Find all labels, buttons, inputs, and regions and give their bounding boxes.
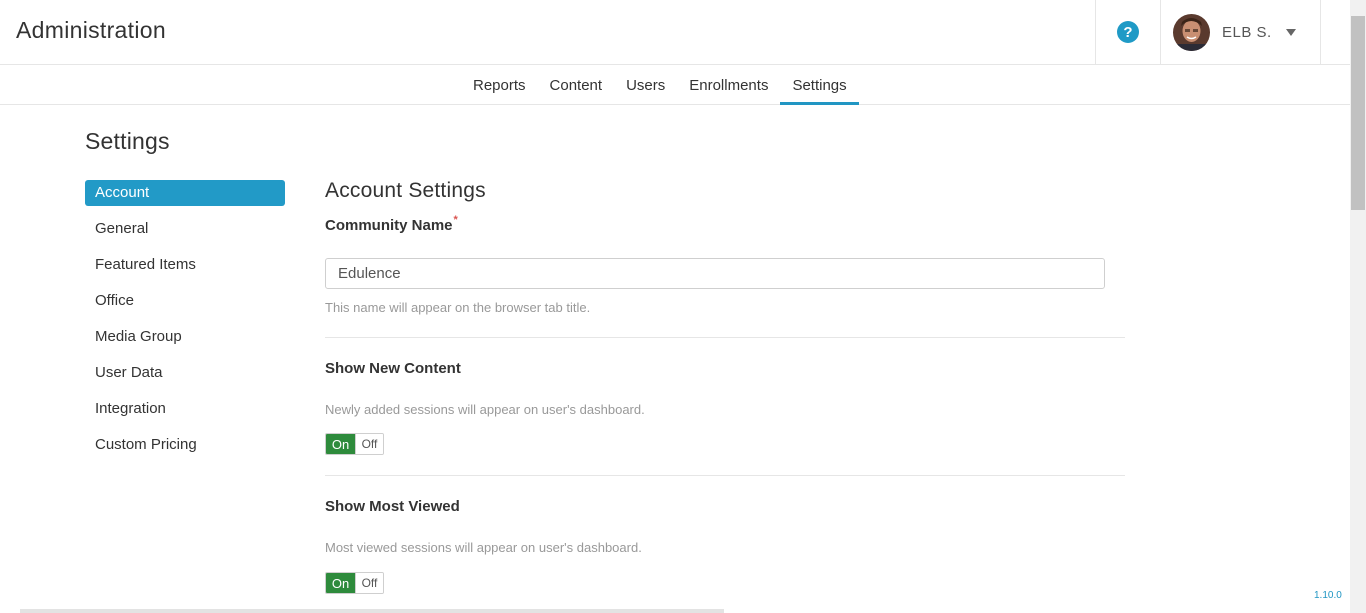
toggle-on[interactable]: On bbox=[326, 434, 355, 454]
tab-enrollments[interactable]: Enrollments bbox=[677, 65, 780, 105]
main-tabs: Reports Content Users Enrollments Settin… bbox=[0, 65, 1350, 105]
toggle-on[interactable]: On bbox=[326, 573, 355, 593]
settings-sidebar: Account General Featured Items Office Me… bbox=[85, 180, 285, 468]
show-new-content-help: Newly added sessions will appear on user… bbox=[325, 402, 645, 417]
app-title: Administration bbox=[16, 17, 166, 43]
toggle-off[interactable]: Off bbox=[355, 434, 383, 454]
user-avatar bbox=[1173, 13, 1210, 51]
required-mark: * bbox=[453, 214, 458, 226]
community-name-help: This name will appear on the browser tab… bbox=[325, 300, 591, 315]
sidebar-item-general[interactable]: General bbox=[85, 216, 285, 242]
sidebar-item-featured-items[interactable]: Featured Items bbox=[85, 252, 285, 278]
community-name-label-text: Community Name bbox=[325, 217, 453, 234]
help-button[interactable]: ? bbox=[1095, 0, 1160, 64]
tab-settings[interactable]: Settings bbox=[780, 65, 859, 105]
chevron-down-icon[interactable] bbox=[1285, 28, 1296, 36]
sidebar-item-custom-pricing[interactable]: Custom Pricing bbox=[85, 432, 285, 458]
tab-users[interactable]: Users bbox=[614, 65, 677, 105]
sidebar-item-user-data[interactable]: User Data bbox=[85, 360, 285, 386]
show-most-viewed-label: Show Most Viewed bbox=[325, 498, 460, 515]
scrollbar-thumb[interactable] bbox=[1351, 16, 1365, 210]
toggle-off[interactable]: Off bbox=[355, 573, 383, 593]
divider bbox=[325, 475, 1125, 476]
user-name: ELB S. bbox=[1222, 23, 1272, 41]
sidebar-item-media-group[interactable]: Media Group bbox=[85, 324, 285, 350]
divider bbox=[325, 337, 1125, 338]
show-most-viewed-help: Most viewed sessions will appear on user… bbox=[325, 540, 642, 555]
tab-content[interactable]: Content bbox=[538, 65, 615, 105]
page-title: Settings bbox=[85, 128, 170, 154]
show-new-content-label: Show New Content bbox=[325, 360, 461, 377]
user-menu[interactable]: ELB S. bbox=[1160, 0, 1321, 64]
sidebar-item-account[interactable]: Account bbox=[85, 180, 285, 206]
community-name-label: Community Name* bbox=[325, 214, 458, 234]
horizontal-scrollbar[interactable] bbox=[20, 609, 724, 613]
show-most-viewed-toggle[interactable]: On Off bbox=[325, 572, 384, 594]
top-bar: Administration ? ELB S. bbox=[0, 0, 1350, 65]
community-name-input[interactable] bbox=[325, 258, 1105, 289]
question-circle-icon[interactable]: ? bbox=[1117, 21, 1139, 43]
show-new-content-toggle[interactable]: On Off bbox=[325, 433, 384, 455]
sidebar-item-integration[interactable]: Integration bbox=[85, 396, 285, 422]
tab-reports[interactable]: Reports bbox=[461, 65, 538, 105]
section-heading: Account Settings bbox=[325, 179, 486, 202]
sidebar-item-office[interactable]: Office bbox=[85, 288, 285, 314]
version-label: 1.10.0 bbox=[1314, 590, 1342, 601]
